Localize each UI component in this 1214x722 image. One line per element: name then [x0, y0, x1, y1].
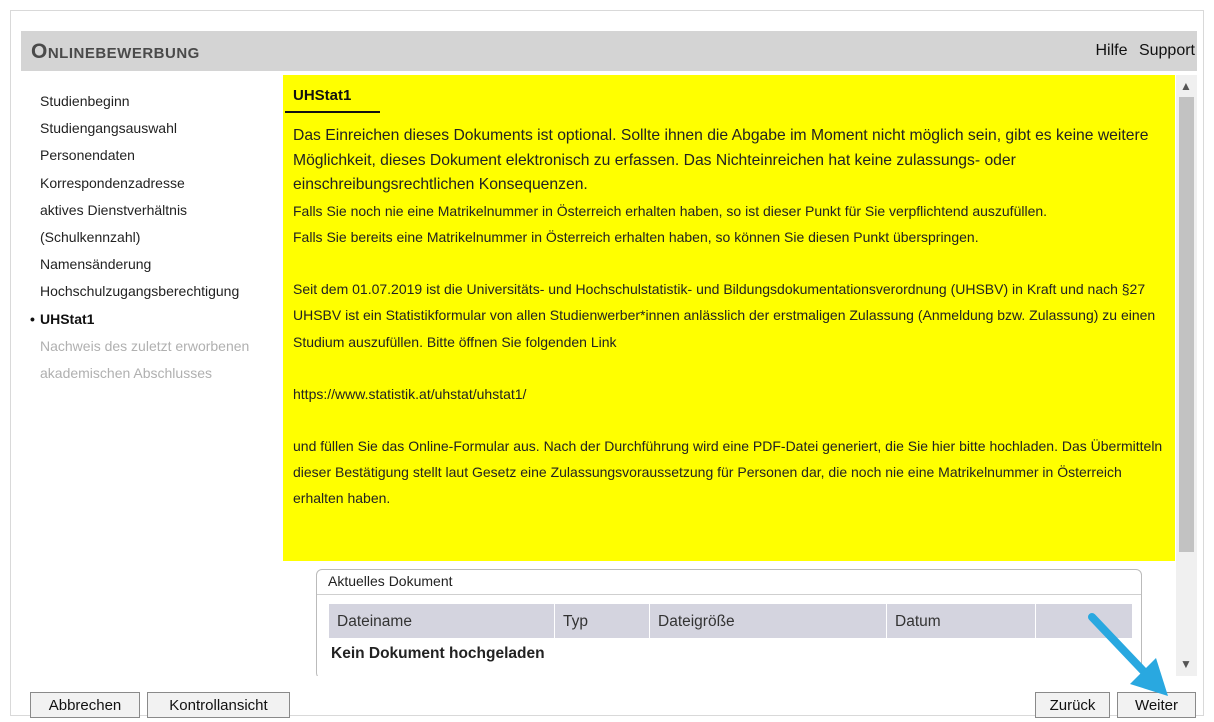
scroll-up-icon[interactable]: ▲	[1180, 79, 1192, 93]
back-button[interactable]: Zurück	[1035, 692, 1110, 718]
sidebar-item-nachweis: Nachweis des zuletzt erworbenen	[40, 337, 250, 354]
skip-notice: Falls Sie bereits eine Matrikelnummer in…	[293, 228, 979, 245]
sidebar-item-namensaenderung[interactable]: Namensänderung	[30, 251, 280, 278]
header-links: Hilfe Support	[1088, 42, 1195, 60]
sidebar-item-korrespondenzadresse[interactable]: Korrespondenzadresse	[30, 170, 280, 197]
statistik-link[interactable]: https://www.statistik.at/uhstat/uhstat1/	[293, 381, 1163, 407]
sidebar-item-personendaten[interactable]: Personendaten	[30, 142, 280, 169]
optional-notice: Das Einreichen dieses Dokuments ist opti…	[293, 127, 1149, 194]
main-content: UHStat1 Das Einreichen dieses Dokuments …	[283, 75, 1175, 676]
sidebar-item-dienstverhaeltnis-cont[interactable]: (Schulkennzahl)	[30, 224, 280, 251]
sidebar-item-nachweis-cont: akademischen Abschlusses	[40, 365, 212, 382]
column-header-type: Typ	[555, 604, 650, 638]
info-text: Das Einreichen dieses Dokuments ist opti…	[293, 124, 1163, 512]
no-document-message: Kein Dokument hochgeladen	[331, 645, 545, 662]
current-document-box: Aktuelles Dokument Dateiname Typ Dateigr…	[316, 569, 1142, 676]
active-bullet: •	[30, 310, 35, 327]
cancel-button[interactable]: Abbrechen	[30, 692, 140, 718]
column-header-filename: Dateiname	[329, 604, 555, 638]
column-header-date: Datum	[887, 604, 1036, 638]
document-box-divider	[317, 594, 1141, 595]
sidebar-item-studienbeginn[interactable]: Studienbeginn	[30, 88, 280, 115]
document-box-title: Aktuelles Dokument	[328, 573, 453, 589]
sidebar-item-dienstverhaeltnis[interactable]: aktives Dienstverhältnis	[30, 197, 280, 224]
content-scrollbar[interactable]: ▲ ▼	[1176, 75, 1197, 676]
step-navigation: Studienbeginn Studiengangsauswahl Person…	[30, 88, 280, 387]
app-header: Onlinebewerbung Hilfe Support	[21, 31, 1197, 71]
upload-instructions: und füllen Sie das Online-Formular aus. …	[293, 438, 1163, 507]
section-heading: UHStat1	[293, 87, 352, 104]
sidebar-item-uhstat1[interactable]: • UHStat1	[30, 306, 280, 333]
heading-underline	[285, 111, 380, 113]
document-table-header: Dateiname Typ Dateigröße Datum	[329, 604, 1132, 638]
sidebar-item-label: UHStat1	[40, 310, 95, 327]
app-title: Onlinebewerbung	[31, 40, 200, 63]
scrollbar-thumb[interactable]	[1179, 97, 1194, 552]
sidebar-item-studiengangsauswahl[interactable]: Studiengangsauswahl	[30, 115, 280, 142]
mandatory-notice: Falls Sie noch nie eine Matrikelnummer i…	[293, 202, 1048, 219]
column-header-actions	[1036, 604, 1132, 638]
next-button[interactable]: Weiter	[1117, 692, 1196, 718]
support-link[interactable]: Support	[1139, 42, 1195, 59]
sidebar-item-hochschulzugang[interactable]: Hochschulzugangsberechtigung	[30, 278, 280, 305]
control-view-button[interactable]: Kontrollansicht	[147, 692, 290, 718]
scroll-down-icon[interactable]: ▼	[1180, 657, 1192, 671]
info-panel: UHStat1 Das Einreichen dieses Dokuments …	[283, 75, 1175, 561]
column-header-filesize: Dateigröße	[650, 604, 887, 638]
help-link[interactable]: Hilfe	[1095, 42, 1127, 59]
regulation-text: Seit dem 01.07.2019 ist die Universitäts…	[293, 281, 1156, 350]
